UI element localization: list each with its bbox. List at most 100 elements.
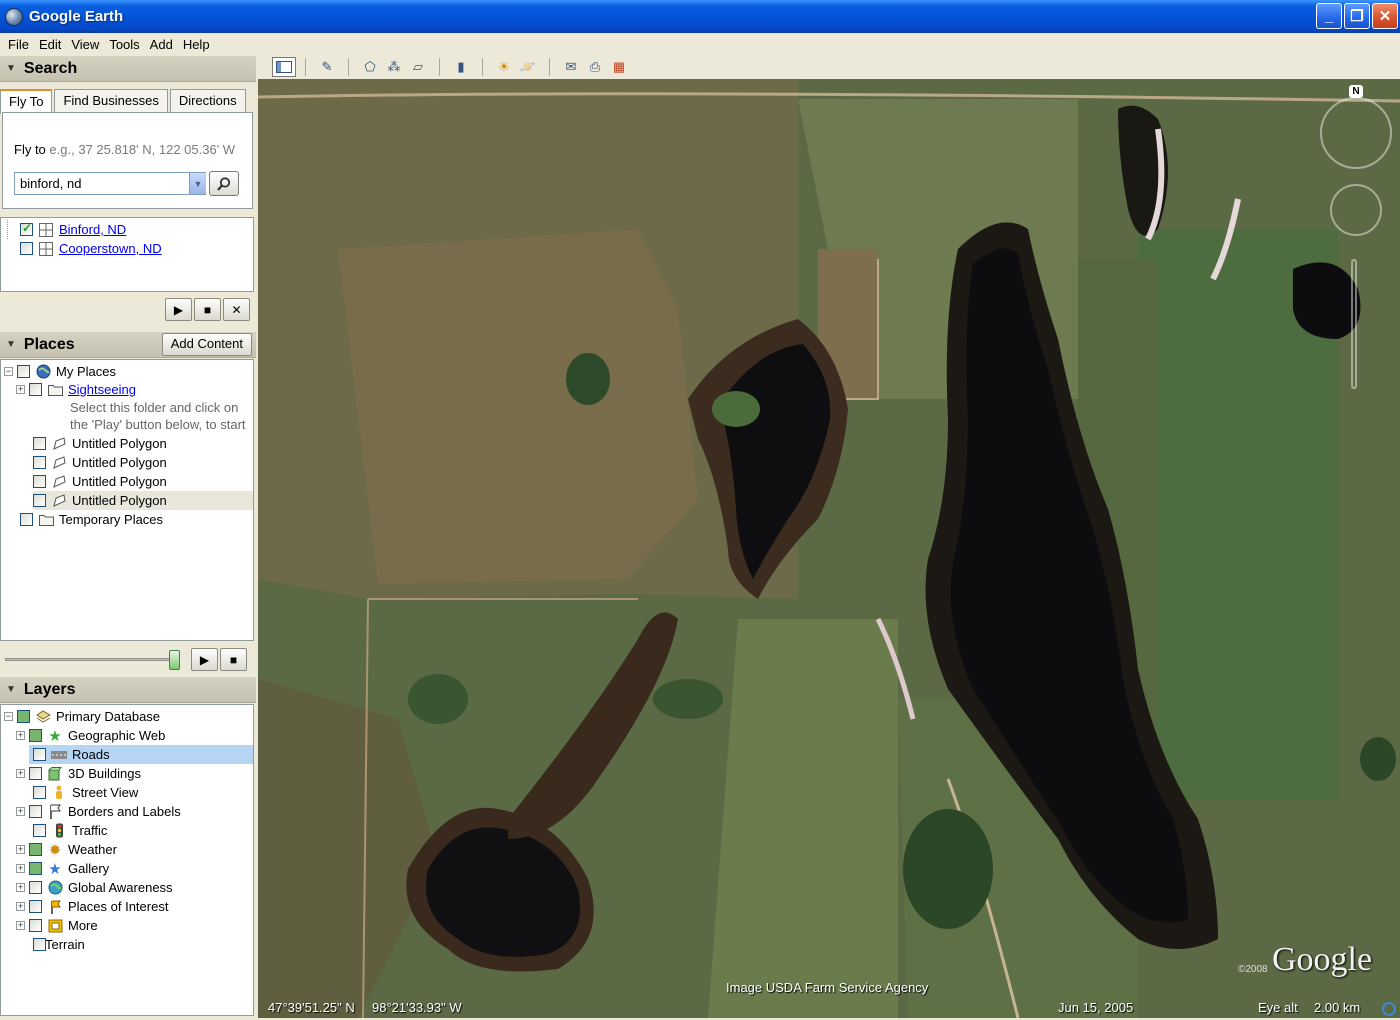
search-panel-header[interactable]: ▼ Search: [0, 56, 256, 82]
layers-panel-header[interactable]: ▼ Layers: [0, 677, 256, 703]
tree-item-polygon[interactable]: Untitled Polygon: [33, 434, 167, 453]
layer-global-awareness[interactable]: + Global Awareness: [16, 878, 173, 897]
map-view[interactable]: N Image USDA Farm Service Agency ©2008 G…: [258, 79, 1400, 1018]
layer-primary-database[interactable]: − Primary Database: [4, 707, 160, 726]
menu-tools[interactable]: Tools: [104, 37, 144, 52]
tree-checkbox[interactable]: [33, 456, 46, 469]
layer-3d-buildings[interactable]: + 3D Buildings: [16, 764, 141, 783]
menu-file[interactable]: File: [3, 37, 34, 52]
layer-weather[interactable]: + ✹ Weather: [16, 840, 117, 859]
layer-checkbox[interactable]: [29, 729, 42, 742]
layer-checkbox[interactable]: [33, 748, 46, 761]
tree-item-polygon[interactable]: Untitled Polygon: [33, 453, 167, 472]
tree-item-sightseeing[interactable]: + Sightseeing: [16, 380, 136, 399]
layer-geographic-web[interactable]: + ★ Geographic Web: [16, 726, 165, 745]
expand-toggle[interactable]: +: [16, 921, 25, 930]
tree-checkbox[interactable]: [33, 437, 46, 450]
tab-find-businesses[interactable]: Find Businesses: [54, 89, 168, 113]
layer-checkbox[interactable]: [33, 938, 46, 951]
planets-button[interactable]: 🪐: [516, 57, 540, 77]
tour-slider-thumb[interactable]: [169, 650, 180, 670]
maximize-button[interactable]: ❐: [1344, 3, 1370, 29]
tree-checkbox[interactable]: [20, 513, 33, 526]
list-item[interactable]: Binford, ND: [7, 220, 126, 239]
look-joystick[interactable]: [1320, 97, 1392, 169]
clear-button[interactable]: ✕: [223, 298, 250, 321]
layer-checkbox[interactable]: [33, 824, 46, 837]
dropdown-arrow-icon[interactable]: ▼: [189, 173, 206, 194]
menu-edit[interactable]: Edit: [34, 37, 66, 52]
collapse-triangle-icon[interactable]: ▼: [6, 63, 16, 74]
tour-slider-track[interactable]: [5, 658, 177, 661]
move-joystick[interactable]: [1330, 184, 1382, 236]
email-button[interactable]: ✉: [559, 57, 583, 77]
list-item[interactable]: Cooperstown, ND: [20, 239, 162, 258]
menu-help[interactable]: Help: [178, 37, 215, 52]
result-checkbox[interactable]: [20, 221, 33, 236]
layer-checkbox[interactable]: [29, 805, 42, 818]
print-button[interactable]: ⎙: [583, 57, 607, 77]
collapse-triangle-icon[interactable]: ▼: [6, 339, 16, 350]
tree-item-polygon[interactable]: Untitled Polygon: [33, 472, 167, 491]
ruler-button[interactable]: ▮: [449, 57, 473, 77]
close-button[interactable]: ✕: [1372, 3, 1398, 29]
layer-checkbox[interactable]: [29, 900, 42, 913]
tree-checkbox[interactable]: [29, 383, 42, 396]
tree-checkbox[interactable]: [33, 475, 46, 488]
places-panel-header[interactable]: ▼ Places Add Content: [0, 332, 256, 358]
tree-item-temporary-places[interactable]: Temporary Places: [20, 510, 163, 529]
toggle-sidebar-button[interactable]: [272, 57, 296, 77]
expand-toggle[interactable]: +: [16, 883, 25, 892]
zoom-slider[interactable]: [1351, 259, 1357, 389]
add-path-button[interactable]: ⁂: [382, 57, 406, 77]
layer-checkbox[interactable]: [29, 767, 42, 780]
tab-directions[interactable]: Directions: [169, 89, 246, 113]
layer-more[interactable]: + More: [16, 916, 98, 935]
compass-north[interactable]: N: [1349, 85, 1363, 98]
view-in-maps-button[interactable]: ▦: [607, 57, 631, 77]
stop-button[interactable]: ■: [194, 298, 221, 321]
tree-checkbox[interactable]: [33, 494, 46, 507]
tree-checkbox[interactable]: [17, 365, 30, 378]
layer-checkbox[interactable]: [17, 710, 30, 723]
expand-toggle[interactable]: +: [16, 807, 25, 816]
fly-to-input[interactable]: [14, 172, 206, 195]
tree-item-label[interactable]: Sightseeing: [68, 382, 136, 397]
menu-view[interactable]: View: [66, 37, 104, 52]
sunlight-button[interactable]: ☀: [492, 57, 516, 77]
expand-toggle[interactable]: +: [16, 731, 25, 740]
expand-toggle[interactable]: +: [16, 864, 25, 873]
add-polygon-button[interactable]: ⬠: [358, 57, 382, 77]
layer-gallery[interactable]: + ★ Gallery: [16, 859, 109, 878]
layer-borders-and-labels[interactable]: + Borders and Labels: [16, 802, 181, 821]
collapse-toggle[interactable]: −: [4, 367, 13, 376]
stop-tour-button[interactable]: ■: [220, 648, 247, 671]
minimize-button[interactable]: _: [1316, 3, 1342, 29]
add-image-overlay-button[interactable]: ▱: [406, 57, 430, 77]
search-button[interactable]: [209, 171, 239, 196]
layer-roads[interactable]: Roads: [29, 745, 253, 764]
tree-item-polygon[interactable]: Untitled Polygon: [33, 491, 253, 510]
layer-street-view[interactable]: Street View: [33, 783, 138, 802]
add-placemark-button[interactable]: ✎: [315, 57, 339, 77]
tree-item-my-places[interactable]: − My Places: [4, 362, 116, 381]
layer-terrain[interactable]: Terrain: [33, 935, 85, 954]
layer-checkbox[interactable]: [29, 862, 42, 875]
collapse-toggle[interactable]: −: [4, 712, 13, 721]
layer-checkbox[interactable]: [33, 786, 46, 799]
collapse-triangle-icon[interactable]: ▼: [6, 684, 16, 695]
play-tour-button[interactable]: ▶: [191, 648, 218, 671]
add-content-button[interactable]: Add Content: [161, 333, 252, 356]
layer-checkbox[interactable]: [29, 919, 42, 932]
expand-toggle[interactable]: +: [16, 769, 25, 778]
layer-checkbox[interactable]: [29, 881, 42, 894]
layer-checkbox[interactable]: [29, 843, 42, 856]
result-link[interactable]: Cooperstown, ND: [59, 241, 162, 256]
expand-toggle[interactable]: +: [16, 385, 25, 394]
result-link[interactable]: Binford, ND: [59, 222, 126, 237]
expand-toggle[interactable]: +: [16, 902, 25, 911]
tab-fly-to[interactable]: Fly To: [0, 89, 53, 114]
layer-traffic[interactable]: Traffic: [33, 821, 107, 840]
menu-add[interactable]: Add: [145, 37, 178, 52]
play-button[interactable]: ▶: [165, 298, 192, 321]
